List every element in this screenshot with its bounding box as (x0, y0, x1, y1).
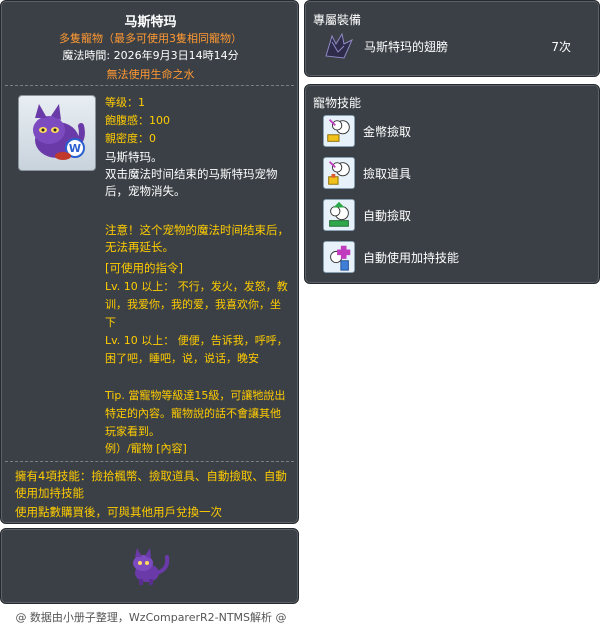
skill-label: 金幣撿取 (363, 125, 412, 139)
pet-description: 马斯特玛。 双击魔法时间结束的马斯特玛宠物后，宠物消失。 (105, 149, 291, 200)
pet-sprite-icon (133, 548, 170, 585)
pet-closeness: 親密度：0 (105, 132, 156, 145)
pet-icon-box: W (18, 95, 96, 171)
pet-preview-panel (0, 528, 299, 604)
skill-label: 自動撿取 (363, 209, 412, 223)
equip-row[interactable]: 马斯特玛的翅膀 7次 (317, 30, 595, 62)
pet-tooltip-panel: 马斯特玛 多隻寵物（最多可使用3隻相同寵物） 魔法時間: 2026年9月3日14… (0, 0, 299, 524)
skills-heading: 寵物技能 (313, 96, 362, 110)
pet-fullness: 飽腹感：100 (105, 114, 170, 127)
pet-stats: 等级：1 飽腹感：100 親密度：0 (105, 94, 170, 148)
equip-heading: 專屬裝備 (313, 13, 362, 27)
pet-note: 注意！这个宠物的魔法时间结束后，无法再延长。 (105, 223, 289, 254)
divider (5, 461, 294, 462)
skills-owned-text: 擁有4項技能：撿拾楓幣、撿取道具、自動撿取、自動使用加持技能 (15, 469, 287, 500)
command-list-2: Lv. 10 以上： 便便，告诉我，呼呼，困了吧，睡吧，说，说话，晚安 (105, 334, 288, 365)
item-pickup-icon (323, 157, 355, 189)
exclusive-equip-panel: 專屬裝備 马斯特玛的翅膀 7次 (304, 0, 600, 77)
skill-row-meso-pickup[interactable]: 金幣撿取 (321, 115, 591, 149)
skill-row-item-pickup[interactable]: 撿取道具 (321, 157, 591, 191)
pet-title: 马斯特玛 (124, 15, 177, 30)
purple-cat-pet-icon: W (33, 104, 85, 160)
skill-row-auto-buff[interactable]: 自動使用加持技能 (321, 241, 591, 275)
svg-text:W: W (69, 142, 81, 155)
auto-pickup-icon (323, 199, 355, 231)
exchange-note: 使用點數購買後，可與其他用戶兌換一次 (15, 505, 222, 519)
meso-pickup-icon (323, 115, 355, 147)
skill-label: 撿取道具 (363, 167, 412, 181)
skill-label: 自動使用加持技能 (363, 251, 460, 265)
magic-time: 魔法時間: 2026年9月3日14時14分 (62, 49, 239, 62)
pet-example: 例）/寵物 [內容] (105, 442, 187, 455)
pet-subtitle: 多隻寵物（最多可使用3隻相同寵物） (59, 32, 242, 45)
pet-tip: Tip. 當寵物等級達15級，可讓牠說出特定的內容。寵物說的話不會讓其他玩家看到… (105, 389, 286, 438)
equip-count: 7次 (551, 40, 571, 54)
pet-desc-body: 双击魔法时间结束的马斯特玛宠物后，宠物消失。 (105, 167, 278, 198)
command-list-1: Lv. 10 以上： 不行，发火，发怒，教训，我爱你，我的爱，我喜欢你，坐下 (105, 280, 288, 329)
equip-label: 马斯特玛的翅膀 (364, 40, 449, 54)
commands-heading: [可使用的指令] (105, 261, 183, 275)
skill-row-auto-pickup[interactable]: 自動撿取 (321, 199, 591, 233)
pet-skills-panel: 寵物技能 金幣撿取 撿取道具 自動撿取 自動使用加持技能 (304, 84, 600, 284)
water-of-life-warning: 無法使用生命之水 (106, 68, 195, 81)
footer-credit: @ 数据由小册子整理，WzComparerR2-NTMS解析 @ (15, 611, 287, 624)
auto-buff-icon (323, 241, 355, 273)
pet-level: 等级：1 (105, 96, 145, 109)
pet-desc-name: 马斯特玛。 (105, 150, 163, 164)
bat-wing-icon (325, 32, 354, 59)
divider (5, 85, 294, 86)
